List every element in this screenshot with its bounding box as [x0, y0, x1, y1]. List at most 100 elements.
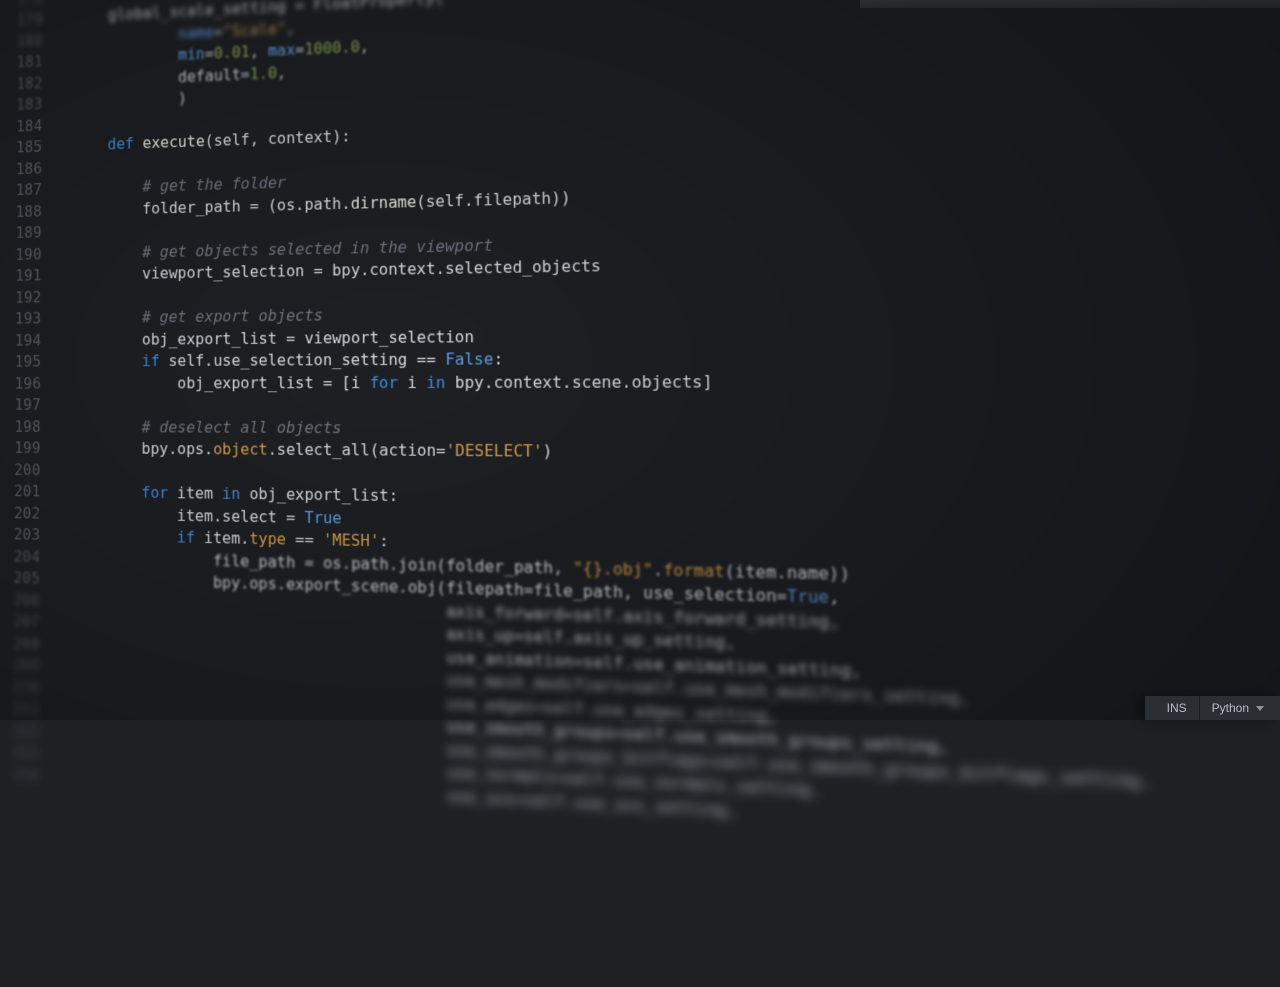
- code-token: =: [205, 44, 214, 63]
- line-number: 193: [0, 308, 42, 330]
- code-token: [73, 46, 178, 69]
- code-token: .select_all(action=: [268, 440, 446, 460]
- code-area[interactable]: default='Y', ) global_scale_setting = Fl…: [49, 0, 1280, 975]
- code-token: viewport_selection: [295, 327, 474, 348]
- code-token: [72, 287, 81, 305]
- code-token: viewport_selection: [72, 261, 313, 284]
- code-token: True: [787, 586, 829, 607]
- code-token: item.: [195, 528, 249, 548]
- line-number: 187: [0, 179, 42, 202]
- code-token: obj_export_list:: [240, 484, 398, 505]
- code-token: =: [286, 507, 295, 526]
- code-token: object: [213, 439, 268, 458]
- code-token: .: [653, 559, 663, 579]
- code-token: [71, 417, 141, 436]
- code-token: bpy.context.selected_objects: [323, 256, 601, 280]
- line-number: 208: [0, 631, 40, 655]
- code-token: def: [107, 134, 133, 153]
- line-number: 205: [0, 567, 40, 590]
- code-token: os.path.join(folder_path,: [314, 553, 573, 578]
- code-token: False: [445, 349, 493, 369]
- line-number: 196: [0, 373, 41, 395]
- code-token: [73, 24, 178, 47]
- code-token: [72, 351, 142, 370]
- line-number: 207: [0, 610, 40, 634]
- line-number: 188: [0, 201, 42, 224]
- code-token: [71, 482, 141, 501]
- code-token: =: [314, 261, 323, 280]
- code-token: [436, 350, 446, 369]
- line-number: 199: [0, 437, 41, 459]
- code-token: (os.path.: [259, 193, 351, 214]
- code-editor[interactable]: 1771781791801811821831841851861871881891…: [0, 0, 1280, 975]
- line-number: 191: [0, 265, 42, 287]
- status-insert-mode-label: INS: [1167, 701, 1187, 715]
- line-number: 203: [0, 523, 40, 546]
- code-token: ): [543, 441, 553, 461]
- code-token: format: [663, 559, 724, 580]
- code-token: ==: [417, 350, 436, 369]
- line-number: 180: [0, 30, 43, 54]
- line-number: 209: [0, 653, 40, 677]
- code-token: [73, 114, 82, 132]
- code-token: =: [286, 328, 295, 347]
- line-number: 206: [0, 588, 40, 611]
- code-token: item.select: [71, 504, 286, 526]
- code-token: ,: [360, 37, 369, 56]
- code-token: ,: [277, 63, 286, 82]
- line-number: 210: [0, 675, 40, 699]
- perspective-wrapper: 1771781791801811821831841851861871881891…: [0, 0, 1280, 720]
- code-token: bpy.ops.: [71, 439, 213, 458]
- code-token: "{}.obj": [573, 558, 653, 579]
- code-token: min: [178, 44, 205, 64]
- line-number: 183: [0, 94, 43, 118]
- code-token: if: [177, 528, 195, 547]
- status-language-label: Python: [1212, 701, 1249, 715]
- code-token: [73, 177, 143, 197]
- status-language-selector[interactable]: Python: [1199, 696, 1276, 720]
- line-number: 181: [0, 51, 43, 75]
- code-token: type: [249, 529, 286, 549]
- chevron-down-icon: [1256, 706, 1264, 711]
- code-token: (self, context):: [205, 126, 351, 150]
- line-number: 197: [0, 394, 41, 416]
- code-token: :: [493, 349, 503, 368]
- line-number: 204: [0, 545, 40, 568]
- code-token: ==: [286, 530, 323, 550]
- code-token: [72, 308, 142, 327]
- code-token: 1000.0: [304, 37, 359, 58]
- code-token: =: [241, 64, 250, 83]
- code-token: 0.01: [214, 42, 250, 62]
- status-bar: INS Python: [1145, 696, 1280, 720]
- code-token: if: [142, 351, 160, 370]
- code-token: [134, 134, 143, 153]
- code-token: ): [73, 89, 187, 112]
- code-token: [71, 526, 177, 546]
- status-insert-mode[interactable]: INS: [1155, 696, 1199, 720]
- code-token: in: [222, 484, 240, 503]
- line-number: 189: [0, 222, 42, 245]
- code-token: True: [304, 507, 341, 527]
- line-number: 190: [0, 244, 42, 267]
- line-number: 195: [0, 351, 41, 373]
- line-number: 194: [0, 330, 41, 352]
- line-number: 198: [0, 416, 41, 438]
- code-token: name: [178, 22, 214, 42]
- code-token: =: [250, 196, 259, 215]
- code-token: # deselect all objects: [142, 417, 342, 436]
- code-token: =: [323, 373, 332, 392]
- code-token: item: [168, 483, 222, 502]
- code-token: # get export objects: [142, 306, 323, 327]
- code-token: obj_export_list: [72, 328, 286, 348]
- code-token: max: [268, 40, 295, 60]
- code-token: ,: [829, 587, 840, 608]
- code-token: [73, 157, 82, 175]
- code-token: execute: [143, 132, 205, 153]
- code-token: ,: [250, 41, 268, 60]
- code-token: :: [379, 531, 388, 550]
- code-token: [71, 461, 80, 479]
- code-token: file_path: [71, 548, 305, 572]
- code-token: self.use_selection_setting: [160, 350, 417, 370]
- code-token: [72, 395, 81, 413]
- code-token: (self.filepath)): [416, 187, 570, 210]
